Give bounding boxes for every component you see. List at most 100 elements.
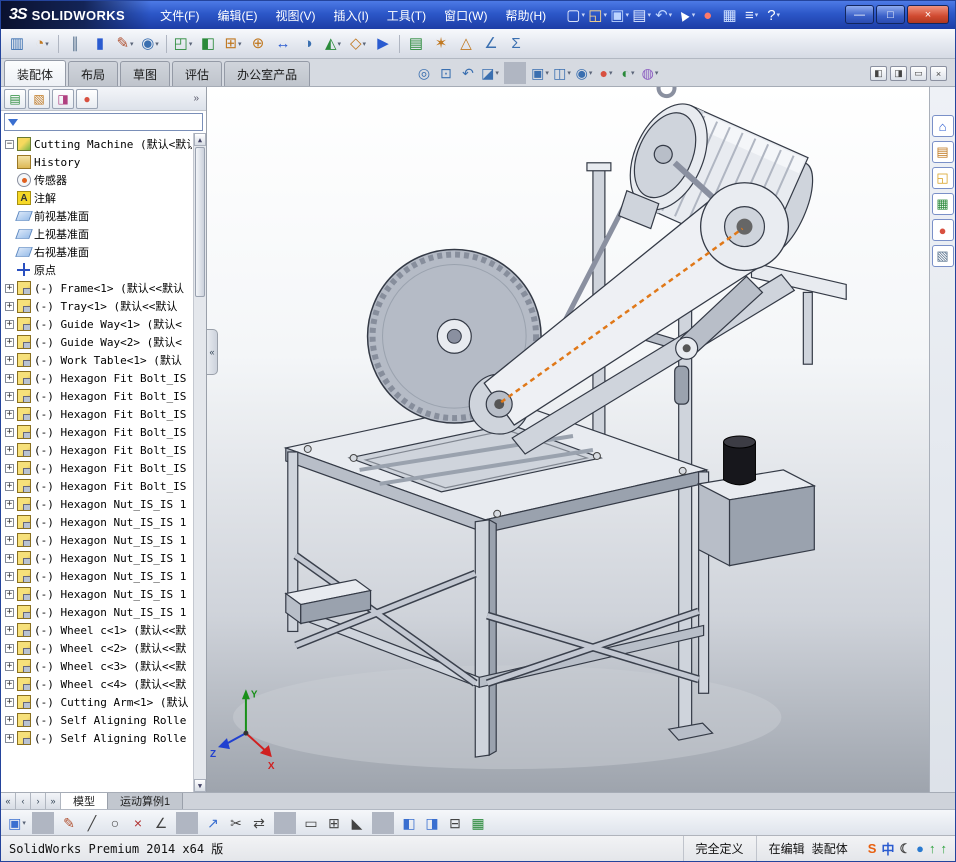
tab-office-products[interactable]: 办公室产品 — [224, 61, 311, 86]
smart-fasteners-button[interactable]: ⊕ — [246, 32, 270, 56]
scrollbar-thumb[interactable] — [195, 147, 205, 297]
edit-component-button[interactable]: ✎ — [113, 32, 137, 56]
sep[interactable] — [58, 34, 59, 53]
pivot-spring[interactable] — [674, 365, 690, 405]
linear-pattern-button[interactable]: ⊞ — [323, 812, 345, 834]
expand-toggle[interactable] — [5, 553, 14, 564]
scroll-down-icon[interactable]: ▼ — [194, 779, 206, 792]
appearances-tab[interactable]: ● — [76, 88, 98, 109]
expand-toggle[interactable] — [5, 625, 14, 636]
tree-item[interactable]: (-) Hexagon Nut_IS_IS 1 — [1, 603, 206, 621]
view-orientation-button[interactable]: ▣ — [529, 62, 551, 84]
motor-pedestal[interactable] — [696, 435, 817, 567]
first-tab-button[interactable]: « — [1, 793, 16, 809]
tree-item[interactable]: (-) Hexagon Fit Bolt_IS — [1, 477, 206, 495]
section-view-button[interactable]: ◪ — [479, 62, 501, 84]
appearance-target-button[interactable]: ◔ — [30, 32, 54, 56]
reference-geometry-button[interactable]: ◇ — [346, 32, 370, 56]
sep[interactable] — [274, 811, 296, 834]
grid-snap-button[interactable]: ▦ — [467, 812, 489, 834]
pane-restore-button[interactable]: ▭ — [910, 66, 927, 81]
measure-button[interactable]: ∠ — [479, 32, 503, 56]
pane-close-button[interactable]: × — [930, 66, 947, 81]
close-button[interactable]: × — [907, 5, 949, 24]
tree-item[interactable]: (-) Tray<1> (默认<<默认 — [1, 297, 206, 315]
tree-scrollbar[interactable]: ▲ ▼ — [193, 133, 206, 792]
expand-toggle[interactable] — [5, 319, 14, 330]
expand-toggle[interactable] — [5, 715, 14, 726]
configurationmanager-tab[interactable]: ◨ — [52, 88, 74, 109]
expand-toggle[interactable] — [5, 463, 14, 474]
options-button[interactable]: ≡ — [741, 4, 762, 26]
expand-toggle[interactable] — [5, 158, 14, 167]
tab-evaluate[interactable]: 评估 — [172, 61, 223, 86]
tree-item[interactable]: (-) Frame<1> (默认<<默认 — [1, 279, 206, 297]
file-explorer-button[interactable]: ◱ — [931, 167, 954, 189]
last-tab-button[interactable]: » — [46, 793, 61, 809]
expand-toggle[interactable] — [5, 194, 14, 203]
insert-components-button[interactable]: ◰ — [171, 32, 195, 56]
tree-item[interactable]: (-) Hexagon Fit Bolt_IS — [1, 459, 206, 477]
menu-item[interactable]: 视图(V) — [266, 2, 324, 29]
tree-item[interactable]: (-) Hexagon Nut_IS_IS 1 — [1, 513, 206, 531]
expand-toggle[interactable] — [5, 643, 14, 654]
select-cursor-button[interactable]: ▲ — [672, 4, 696, 26]
expand-toggle[interactable] — [5, 589, 14, 600]
zoom-area-button[interactable]: ⊡ — [435, 62, 457, 84]
expand-toggle[interactable] — [5, 427, 14, 438]
save-button[interactable]: ▣ — [6, 812, 28, 834]
expand-toggle[interactable] — [5, 517, 14, 528]
tree-item[interactable]: 传感器 — [1, 171, 206, 189]
tree-item[interactable]: (-) Self Aligning Rolle — [1, 729, 206, 747]
expand-toggle[interactable] — [5, 230, 14, 239]
pane-left-button[interactable]: ◧ — [870, 66, 887, 81]
pane-right-button[interactable]: ◨ — [890, 66, 907, 81]
standard-views-button[interactable]: ◧ — [398, 812, 420, 834]
expand-toggle[interactable] — [5, 481, 14, 492]
sogou-ime-icon[interactable]: S — [868, 841, 877, 856]
view-palette-button[interactable]: ▦ — [931, 193, 954, 215]
expand-toggle[interactable] — [5, 337, 14, 348]
file-properties-button[interactable]: ▦ — [719, 4, 740, 26]
tab-assembly[interactable]: 装配体 — [4, 60, 67, 86]
expand-toggle[interactable] — [5, 176, 14, 185]
tree-item[interactable]: History — [1, 153, 206, 171]
section-button[interactable]: ⊟ — [444, 812, 466, 834]
mate-button[interactable]: ◧ — [196, 32, 220, 56]
sep[interactable] — [399, 34, 400, 53]
chinese-ime-icon[interactable]: 中 — [881, 839, 894, 858]
bom-button[interactable]: ▤ — [404, 32, 428, 56]
tree-item[interactable]: (-) Hexagon Nut_IS_IS 1 — [1, 531, 206, 549]
view-settings-button[interactable]: ◍ — [639, 62, 661, 84]
expand-toggle[interactable] — [5, 571, 14, 582]
menu-item[interactable]: 窗口(W) — [435, 2, 496, 29]
sketch-button[interactable]: ✎ — [58, 812, 80, 834]
line-button[interactable]: ╱ — [81, 812, 103, 834]
rebuild-button[interactable]: ● — [697, 4, 718, 26]
expand-toggle[interactable] — [5, 445, 14, 456]
tree-item[interactable]: (-) Hexagon Nut_IS_IS 1 — [1, 495, 206, 513]
panel-collapse-handle[interactable]: « — [207, 329, 218, 375]
featuremanager-tab[interactable]: ▤ — [4, 88, 26, 109]
tree-item[interactable]: (-) Work Table<1> (默认 — [1, 351, 206, 369]
custom-properties-button[interactable]: ▧ — [931, 245, 954, 267]
tree-item[interactable]: (-) Guide Way<2> (默认< — [1, 333, 206, 351]
tree-item[interactable]: (-) Cutting Arm<1> (默认 — [1, 693, 206, 711]
tree-item[interactable]: (-) Hexagon Nut_IS_IS 1 — [1, 549, 206, 567]
tree-item[interactable]: (-) Self Aligning Rolle — [1, 711, 206, 729]
tab-sketch[interactable]: 草图 — [120, 61, 171, 86]
propertymanager-tab[interactable]: ▧ — [28, 88, 50, 109]
print-button[interactable]: ▤ — [631, 4, 652, 26]
expand-toggle[interactable] — [5, 697, 14, 708]
mass-properties-button[interactable]: Σ — [504, 32, 528, 56]
prev-tab-button[interactable]: ‹ — [16, 793, 31, 809]
maximize-button[interactable]: □ — [876, 5, 905, 24]
graphics-area[interactable]: Y Z X « — [207, 87, 929, 792]
tree-item[interactable]: (-) Hexagon Fit Bolt_IS — [1, 387, 206, 405]
tab-motion-study[interactable]: 运动算例1 — [108, 793, 184, 809]
expand-toggle[interactable] — [5, 266, 14, 275]
help-button[interactable]: ? — [763, 4, 784, 26]
expand-toggle[interactable] — [5, 535, 14, 546]
move-component-button[interactable]: ↔ — [271, 32, 295, 56]
expand-toggle[interactable] — [5, 391, 14, 402]
